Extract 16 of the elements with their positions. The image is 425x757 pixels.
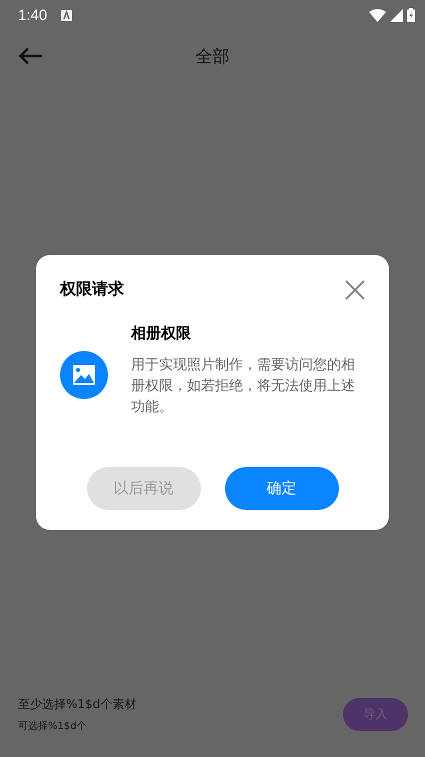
permission-title: 相册权限 [131, 324, 192, 343]
selection-limit: 可选择%1$d个 [18, 720, 88, 733]
close-icon[interactable] [345, 280, 365, 300]
page-title: 全部 [196, 46, 230, 68]
dialog-title: 权限请求 [60, 279, 124, 300]
status-time: 1:40 [18, 6, 48, 24]
battery-icon [407, 8, 415, 22]
later-button[interactable]: 以后再说 [86, 467, 200, 510]
image-icon [60, 351, 108, 399]
notification-icon [61, 10, 72, 20]
permission-description: 用于实现照片制作，需要访问您的相册权限，如若拒绝，将无法使用上述功能。 [131, 356, 356, 417]
confirm-button[interactable]: 确定 [224, 467, 338, 510]
wifi-icon [369, 8, 386, 22]
signal-icon [390, 8, 403, 22]
selection-hint: 至少选择%1$d个素材 [18, 696, 136, 713]
back-arrow-icon[interactable] [19, 47, 43, 65]
